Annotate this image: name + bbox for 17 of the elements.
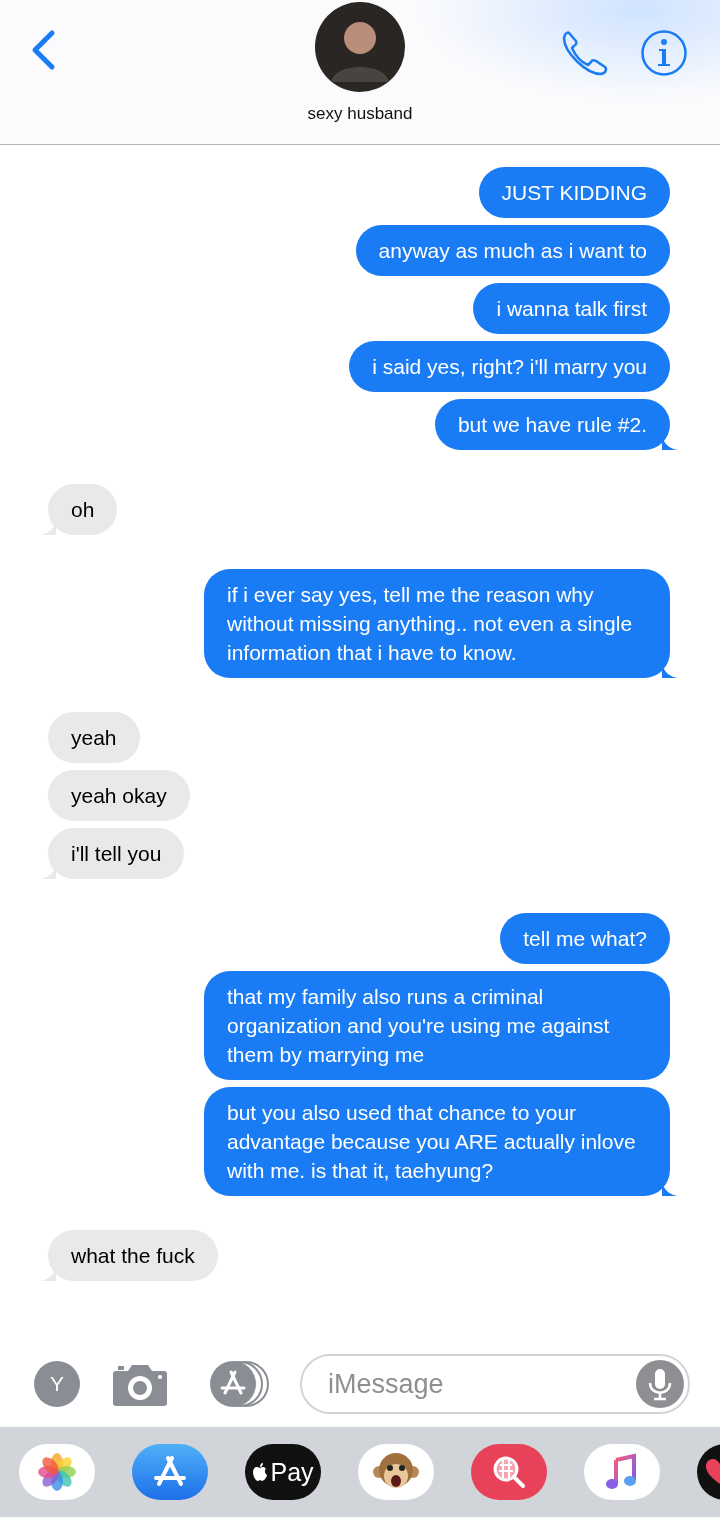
message-bubble: i'll tell you <box>48 828 185 879</box>
message-bubble: oh <box>48 484 118 535</box>
message-bubble: but you also used that chance to your advantage because you ARE actually inlove with me. is that it, taehyung? <box>204 1087 670 1196</box>
message-bubble: but we have rule #2. <box>434 399 670 450</box>
message-bubble: if i ever say yes, tell me the reason why without missing anything.. not even a single information that i have to know. <box>204 569 670 678</box>
apple-pay-button[interactable]: Pay <box>245 1444 321 1500</box>
message-bubble: yeah okay <box>48 770 190 821</box>
contact-name[interactable]: sexy husband <box>307 104 413 124</box>
message-bubble: i wanna talk first <box>473 283 670 334</box>
message-bubble: anyway as much as i want to <box>355 225 670 276</box>
message-bubble: i said yes, right? i'll marry you <box>349 341 670 392</box>
message-bubble: yeah <box>48 712 140 763</box>
message-bubble: that my family also runs a criminal organization and you're using me against them by marrying me <box>204 971 670 1080</box>
message-bubble: tell me what? <box>500 913 670 964</box>
message-input[interactable]: iMessage <box>300 1354 690 1414</box>
message-bubble: what the fuck <box>48 1230 218 1281</box>
message-bubble: JUST KIDDING <box>478 167 670 218</box>
